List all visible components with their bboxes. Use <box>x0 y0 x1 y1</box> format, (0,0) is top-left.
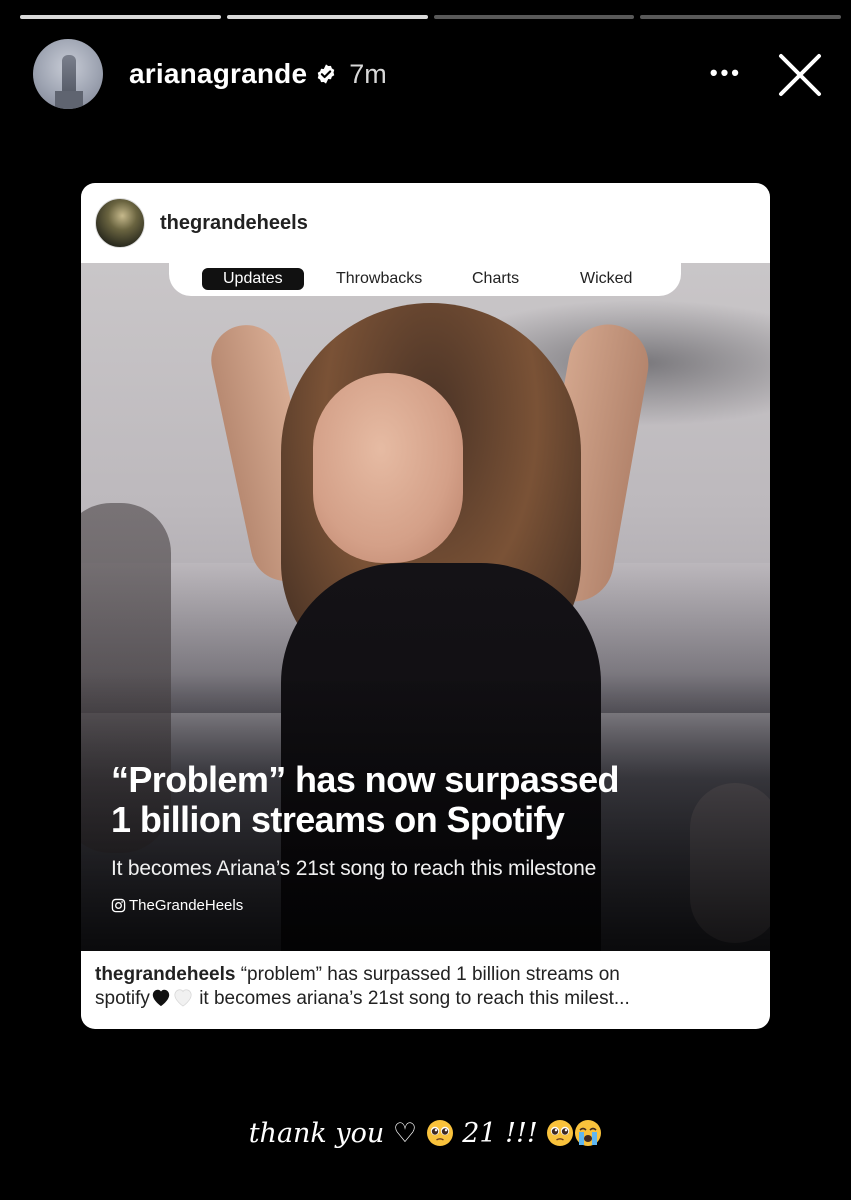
post-tab-bar: Updates Throwbacks Charts Wicked <box>169 263 681 296</box>
username[interactable]: arianagrande <box>129 58 307 90</box>
black-heart-icon <box>152 989 170 1007</box>
post-watermark-handle: TheGrandeHeels <box>111 897 243 914</box>
caption-text: “problem” has surpassed 1 billion stream… <box>235 964 620 985</box>
pleading-face-emoji-icon <box>547 1120 574 1146</box>
post-username[interactable]: thegrandeheels <box>160 212 308 235</box>
avatar[interactable] <box>33 39 103 109</box>
shared-post-card[interactable]: thegrandeheels Updates Throwbacks Charts… <box>81 183 770 1029</box>
instagram-icon <box>111 898 126 913</box>
progress-segment <box>20 15 221 19</box>
verified-badge-icon <box>318 64 335 84</box>
progress-segment <box>433 15 635 19</box>
close-icon[interactable] <box>777 52 823 98</box>
caption-text: it becomes ariana’s 21st song to reach t… <box>193 988 630 1010</box>
post-time: 7m <box>349 58 387 89</box>
tab-throwbacks[interactable]: Throwbacks <box>336 270 422 288</box>
pleading-face-emoji-icon <box>426 1120 453 1146</box>
caption-username[interactable]: thegrandeheels <box>95 964 235 985</box>
progress-segment <box>640 15 841 19</box>
post-caption[interactable]: thegrandeheels “problem” has surpassed 1… <box>95 963 765 1011</box>
tab-updates[interactable]: Updates <box>202 268 304 290</box>
loudly-crying-face-emoji-icon <box>575 1120 602 1146</box>
tab-charts[interactable]: Charts <box>472 270 519 288</box>
more-options-button[interactable]: ••• <box>710 60 742 86</box>
post-header: thegrandeheels <box>81 183 770 263</box>
tab-wicked[interactable]: Wicked <box>580 270 632 288</box>
post-subline: It becomes Ariana’s 21st song to reach t… <box>111 857 597 880</box>
story-progress <box>20 15 841 19</box>
overlay-text: 21 !!! <box>453 1118 547 1149</box>
white-heart-icon <box>174 989 192 1007</box>
caption-text: spotify <box>95 988 150 1010</box>
post-image[interactable] <box>81 263 770 951</box>
post-avatar[interactable] <box>95 198 145 248</box>
story-header: arianagrande 7m ••• <box>33 38 837 110</box>
progress-segment <box>226 15 428 19</box>
handle-text: TheGrandeHeels <box>129 897 244 914</box>
post-headline: “Problem” has now surpassed 1 billion st… <box>111 759 620 841</box>
story-text-overlay: thank you ♡ 21 !!! <box>0 1118 851 1149</box>
overlay-text: thank you ♡ <box>248 1118 426 1149</box>
